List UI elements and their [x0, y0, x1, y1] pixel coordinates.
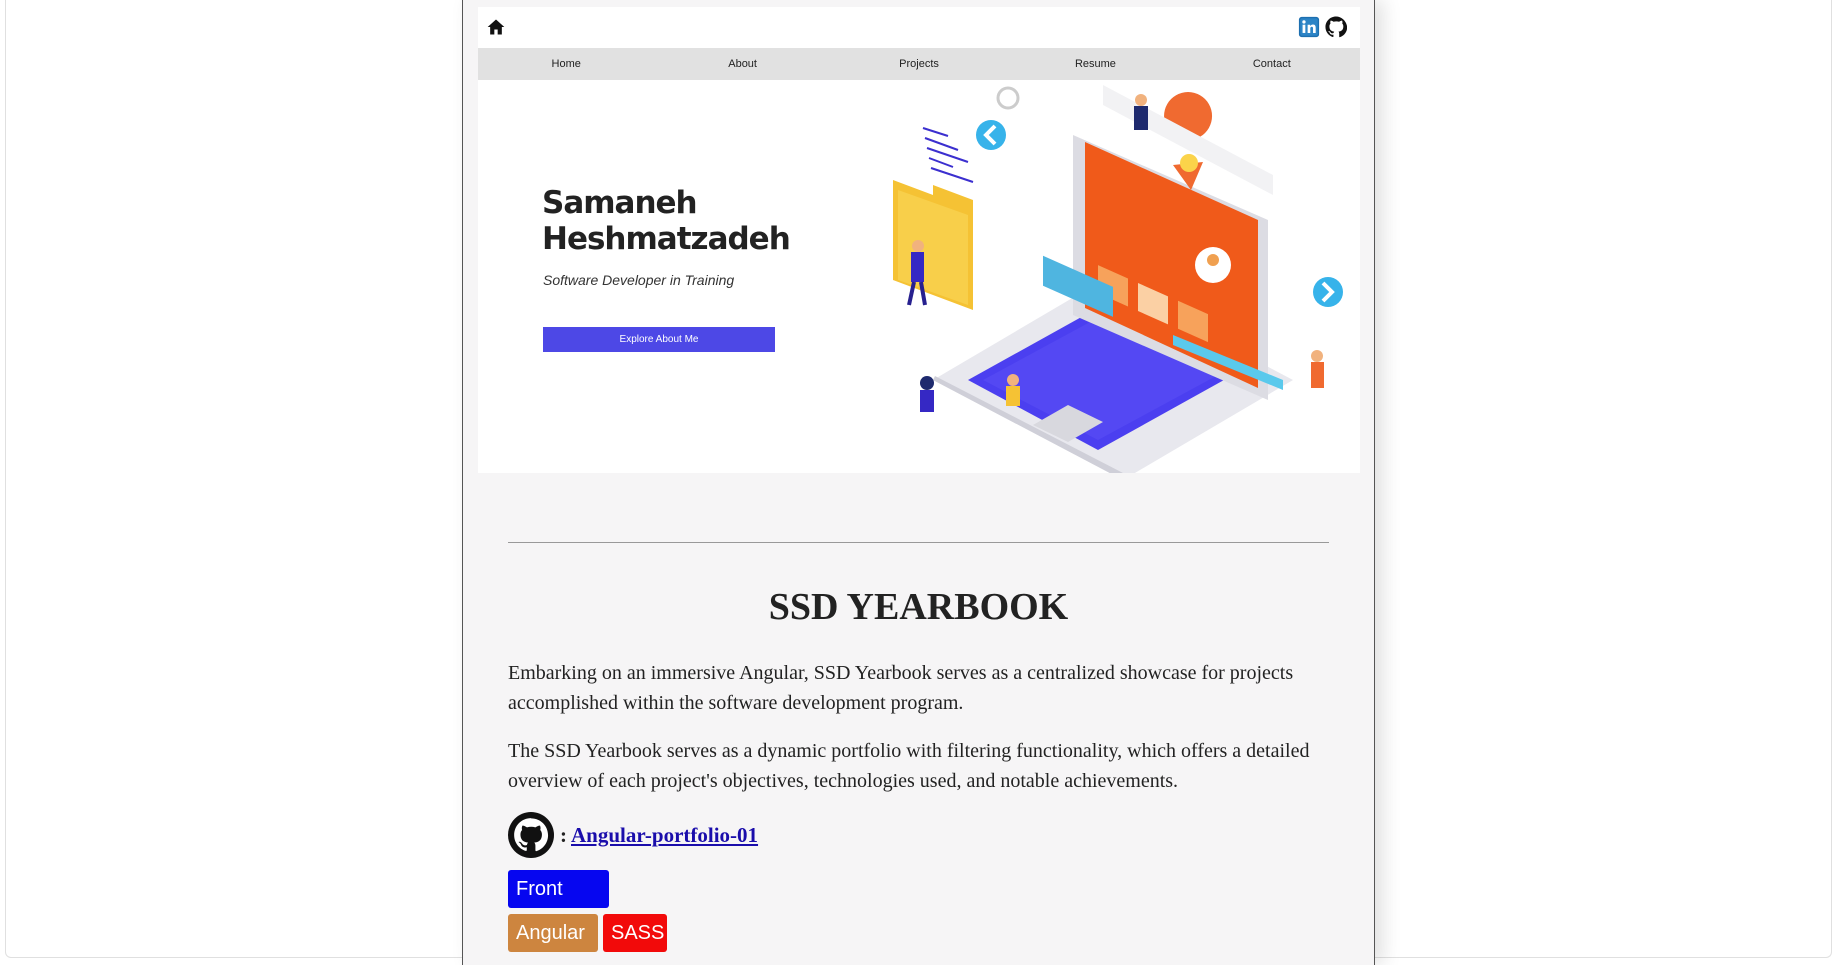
- nav-item-contact[interactable]: Contact: [1184, 48, 1360, 80]
- nav-item-home[interactable]: Home: [478, 48, 654, 80]
- tag-sass: SASS: [603, 914, 667, 952]
- github-icon[interactable]: [508, 812, 554, 858]
- nav-item-resume[interactable]: Resume: [1007, 48, 1183, 80]
- nav-item-projects[interactable]: Projects: [831, 48, 1007, 80]
- repo-separator: :: [560, 822, 567, 847]
- nav-item-about[interactable]: About: [654, 48, 830, 80]
- hero-illustration: [893, 85, 1343, 473]
- home-icon[interactable]: [486, 17, 506, 37]
- project-description-2: The SSD Yearbook serves as a dynamic por…: [508, 740, 1310, 792]
- explore-about-me-button[interactable]: Explore About Me: [543, 327, 775, 352]
- project-description-1: Embarking on an immersive Angular, SSD Y…: [508, 662, 1294, 714]
- top-bar: [478, 7, 1360, 47]
- tag-front-end: Front End: [508, 870, 609, 938]
- hero-card: Home About Projects Resume Contact Saman…: [478, 7, 1360, 473]
- section-divider: [508, 542, 1329, 543]
- main-nav: Home About Projects Resume Contact: [478, 48, 1360, 80]
- hero-name: Samaneh Heshmatzadeh: [542, 185, 791, 257]
- repo-line: : Angular-portfolio-01: [508, 812, 758, 858]
- hero-subtitle: Software Developer in Training: [543, 272, 735, 288]
- github-icon[interactable]: [1325, 16, 1347, 38]
- project-title: SSD YEARBOOK: [768, 586, 1069, 628]
- linkedin-icon[interactable]: [1298, 16, 1320, 38]
- tag-angular: Angular: [508, 914, 598, 952]
- repo-link[interactable]: Angular-portfolio-01: [571, 823, 758, 848]
